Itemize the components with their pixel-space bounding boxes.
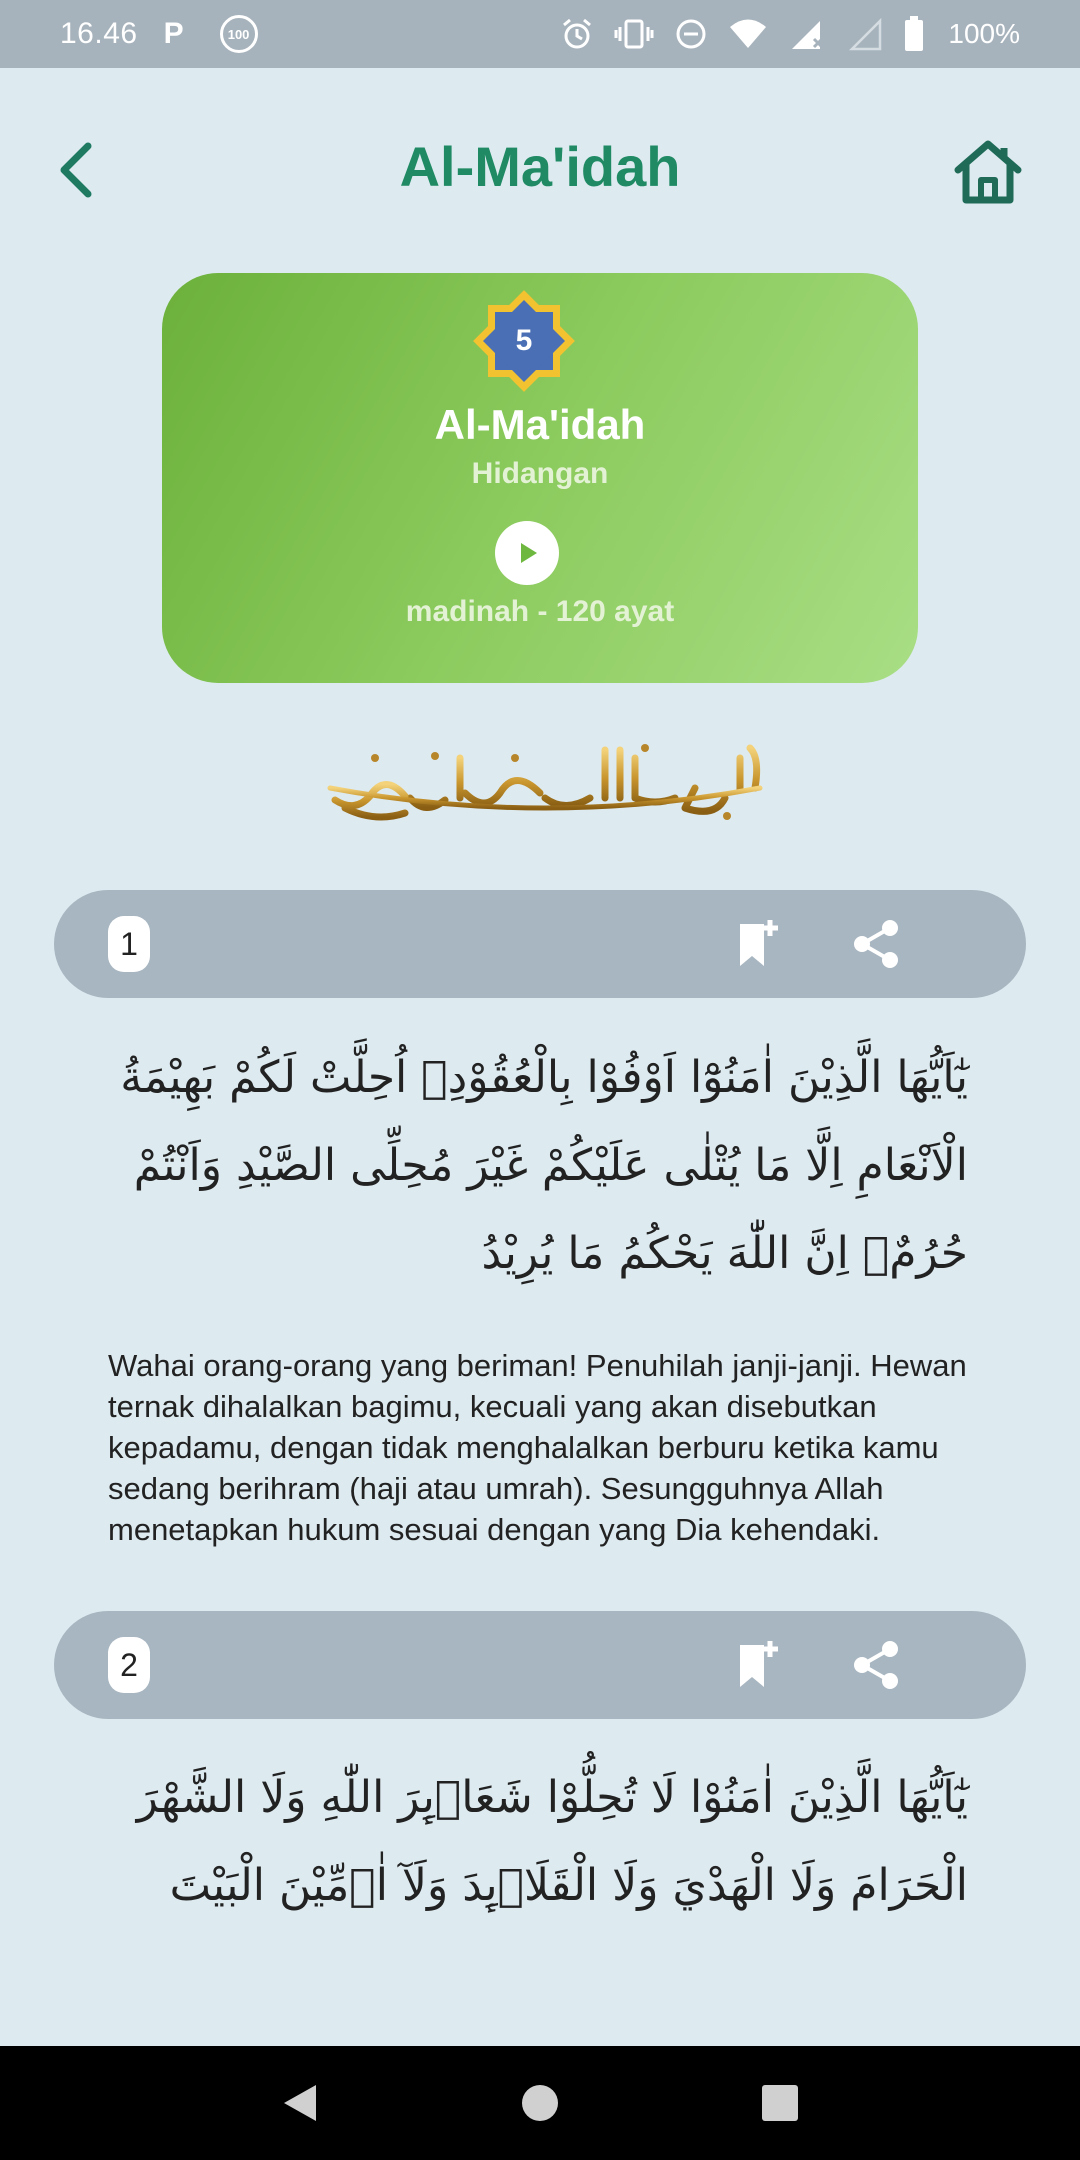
- dnd-icon: [676, 19, 706, 49]
- ayah-bar: 1: [54, 890, 1026, 998]
- nav-home-button[interactable]: [510, 2073, 570, 2133]
- ayah-translation: Wahai orang-orang yang beriman! Penuhila…: [108, 1348, 967, 1547]
- alarm-icon: [563, 18, 592, 49]
- ayah-number: 1: [108, 916, 150, 972]
- nav-recents-button[interactable]: [750, 2073, 810, 2133]
- surah-number: 5: [515, 324, 533, 357]
- ayah-number: 2: [108, 1637, 150, 1693]
- bookmark-button[interactable]: [730, 1637, 786, 1693]
- signal-icon: [792, 21, 824, 49]
- bookmark-add-icon: [740, 1641, 778, 1687]
- home-button[interactable]: [950, 136, 1026, 206]
- play-button[interactable]: [495, 521, 559, 585]
- navigation-bar: [0, 2046, 1080, 2160]
- status-time: 16.46: [60, 17, 138, 50]
- battery-text: 100%: [948, 18, 1020, 49]
- header: Al-Ma'idah: [0, 100, 1080, 240]
- share-button[interactable]: [848, 916, 904, 972]
- surah-name: Al-Ma'idah: [434, 401, 646, 448]
- nav-recents-icon: [762, 2085, 798, 2121]
- p-icon: P: [163, 17, 184, 50]
- nav-back-button[interactable]: [270, 2073, 330, 2133]
- nav-back-icon: [284, 2085, 316, 2121]
- nav-home-icon: [522, 2085, 558, 2121]
- surah-card: 5 Al-Ma'idah Hidangan madinah - 120 ayat: [162, 273, 918, 683]
- vibrate-icon: [614, 19, 654, 49]
- play-icon: [521, 543, 537, 563]
- share-button[interactable]: [848, 1637, 904, 1693]
- bookmark-button[interactable]: [730, 916, 786, 972]
- wifi-icon: [730, 19, 767, 48]
- page-title: Al-Ma'idah: [399, 135, 681, 198]
- bookmark-add-icon: [740, 920, 778, 966]
- ayah-arabic-text: يٰٓاَيُّهَا الَّذِيْنَ اٰمَنُوْٓا اَوْفُ…: [120, 1052, 968, 1279]
- surah-meaning: Hidangan: [471, 457, 609, 490]
- share-icon: [854, 920, 898, 968]
- status-bar: 16.46 P 100 100%: [0, 0, 1080, 68]
- surah-number-badge: 5: [468, 285, 580, 397]
- share-icon: [854, 1641, 898, 1689]
- ayah-arabic-text: يٰٓاَيُّهَا الَّذِيْنَ اٰمَنُوْا لَا تُح…: [136, 1772, 968, 1911]
- signal-empty-icon: [849, 17, 882, 51]
- basmalah-calligraphy-icon: [327, 744, 763, 821]
- home-icon: [954, 140, 1022, 204]
- ayah-bar: 2: [54, 1611, 1026, 1719]
- status-right: 100%: [560, 16, 1020, 52]
- notification-badge-icon: 100: [219, 15, 258, 53]
- battery-icon: [905, 16, 924, 51]
- status-left: 16.46 P 100: [60, 15, 258, 53]
- surah-info: madinah - 120 ayat: [405, 595, 675, 628]
